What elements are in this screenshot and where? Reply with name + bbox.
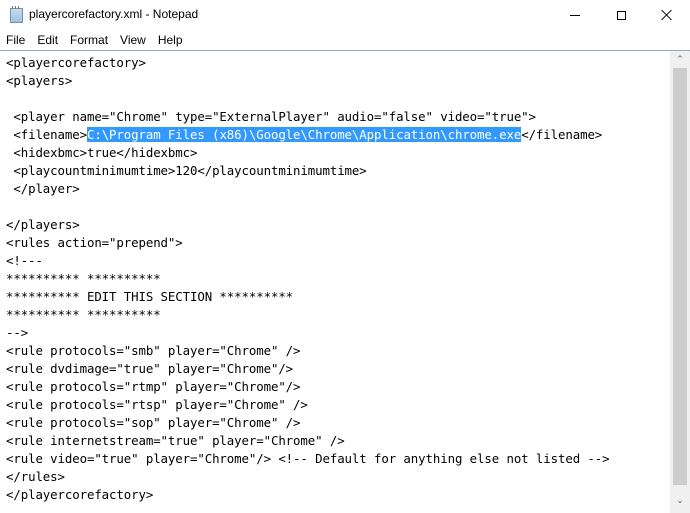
code-line: ********** ********** xyxy=(6,271,161,286)
vertical-scrollbar[interactable]: ⌃ ⌄ xyxy=(670,51,690,513)
maximize-icon xyxy=(616,10,626,20)
code-line: </players> xyxy=(6,217,80,232)
code-line: </rules> xyxy=(6,469,65,484)
minimize-button[interactable] xyxy=(552,0,598,30)
code-line: <rules action="prepend"> xyxy=(6,235,183,250)
notepad-icon xyxy=(10,6,23,23)
scroll-thumb[interactable] xyxy=(673,68,687,485)
code-line: <player name="Chrome" type="ExternalPlay… xyxy=(6,109,536,124)
code-line: </player> xyxy=(6,181,80,196)
menu-file[interactable]: File xyxy=(0,30,31,50)
filename-close-tag: </filename> xyxy=(521,127,603,142)
menu-help[interactable]: Help xyxy=(152,30,189,50)
menu-bar: File Edit Format View Help xyxy=(0,30,690,50)
maximize-button[interactable] xyxy=(598,0,644,30)
menu-format[interactable]: Format xyxy=(64,30,114,50)
close-icon xyxy=(661,9,673,21)
code-line: ********** ********** xyxy=(6,307,161,322)
text-editor[interactable]: <playercorefactory> <players> <player nam… xyxy=(0,51,670,513)
scroll-down-button[interactable]: ⌄ xyxy=(670,492,690,509)
scroll-up-button[interactable]: ⌃ xyxy=(670,51,690,68)
code-line: <!--- xyxy=(6,253,43,268)
code-line: <rule protocols="rtmp" player="Chrome"/> xyxy=(6,379,301,394)
chevron-down-icon: ⌄ xyxy=(676,495,684,505)
code-line: --> xyxy=(6,325,29,340)
code-line: <hidexbmc>true</hidexbmc> xyxy=(6,145,198,160)
code-line: ********** EDIT THIS SECTION ********** xyxy=(6,289,294,304)
code-line: <rule dvdimage="true" player="Chrome"/> xyxy=(6,361,294,376)
selected-text[interactable]: C:\Program Files (x86)\Google\Chrome\App… xyxy=(86,127,521,142)
menu-view[interactable]: View xyxy=(114,30,152,50)
chevron-up-icon: ⌃ xyxy=(676,54,684,64)
editor-content[interactable]: <playercorefactory> <players> <player nam… xyxy=(6,54,610,504)
window-title: playercorefactory.xml - Notepad xyxy=(29,7,199,21)
title-bar: playercorefactory.xml - Notepad xyxy=(0,0,690,30)
filename-line: <filename>C:\Program Files (x86)\Google\… xyxy=(6,126,610,144)
code-line: <rule video="true" player="Chrome"/> <!-… xyxy=(6,451,610,466)
code-line: <playercorefactory> xyxy=(6,55,146,70)
code-line: <rule internetstream="true" player="Chro… xyxy=(6,433,345,448)
menu-edit[interactable]: Edit xyxy=(31,30,64,50)
minimize-icon xyxy=(570,14,580,16)
code-line: <players> xyxy=(6,73,73,88)
code-line: <rule protocols="rtsp" player="Chrome" /… xyxy=(6,397,308,412)
code-line: <rule protocols="smb" player="Chrome" /> xyxy=(6,343,301,358)
filename-open-tag: <filename> xyxy=(6,127,87,142)
code-line: </playercorefactory> xyxy=(6,487,154,502)
code-line: <rule protocols="sop" player="Chrome" /> xyxy=(6,415,301,430)
code-line: <playcountminimumtime>120</playcountmini… xyxy=(6,163,367,178)
close-button[interactable] xyxy=(644,0,690,30)
